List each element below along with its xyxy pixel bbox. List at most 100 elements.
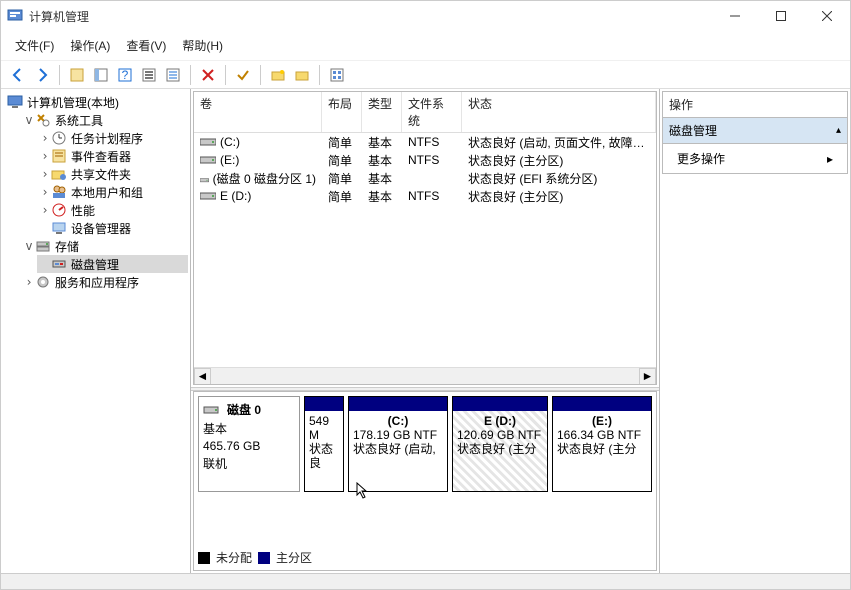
- export-list-button[interactable]: [162, 64, 184, 86]
- partition-box[interactable]: 549 M状态良: [304, 396, 344, 492]
- expand-icon[interactable]: ›: [39, 185, 51, 199]
- col-status[interactable]: 状态: [462, 92, 656, 132]
- volume-row[interactable]: (E:)简单基本NTFS状态良好 (主分区): [194, 151, 656, 169]
- legend-unallocated: 未分配: [216, 549, 252, 566]
- tools-icon: [35, 112, 51, 128]
- partition-box[interactable]: E (D:)120.69 GB NTF状态良好 (主分: [452, 396, 548, 492]
- tree-performance[interactable]: › 性能: [37, 201, 188, 219]
- navigation-tree[interactable]: 计算机管理(本地) v 系统工具 ›任务计划程序 ›事件查看器 ›共享文件夹: [1, 89, 191, 573]
- tree-disk-management[interactable]: 磁盘管理: [37, 255, 188, 273]
- actions-section[interactable]: 磁盘管理 ▴: [662, 118, 848, 144]
- chevron-right-icon: ▸: [827, 152, 833, 166]
- check-button[interactable]: [232, 64, 254, 86]
- expand-icon[interactable]: ›: [39, 167, 51, 181]
- tree-local-users[interactable]: ›本地用户和组: [37, 183, 188, 201]
- more-actions-item[interactable]: 更多操作 ▸: [662, 144, 848, 174]
- volume-type: 基本: [362, 134, 402, 151]
- horizontal-scrollbar[interactable]: ◄ ►: [194, 367, 656, 384]
- window-title: 计算机管理: [29, 8, 712, 25]
- drive-icon: [200, 154, 216, 166]
- device-icon: [51, 220, 67, 236]
- scroll-left-button[interactable]: ◄: [194, 368, 211, 385]
- menu-view[interactable]: 查看(V): [118, 35, 174, 56]
- tree-storage[interactable]: v 存储: [21, 237, 188, 255]
- cursor-icon: [356, 482, 370, 498]
- new-folder-button[interactable]: [267, 64, 289, 86]
- partition-box[interactable]: (E:)166.34 GB NTF状态良好 (主分: [552, 396, 652, 492]
- tree-label: 计算机管理(本地): [27, 94, 119, 111]
- users-icon: [51, 184, 67, 200]
- tree-system-tools[interactable]: v 系统工具: [21, 111, 188, 129]
- svg-text:?: ?: [122, 68, 129, 82]
- volume-type: 基本: [362, 152, 402, 169]
- properties-button[interactable]: ?: [114, 64, 136, 86]
- collapse-icon[interactable]: v: [23, 113, 35, 127]
- separator: [260, 65, 261, 85]
- volume-status: 状态良好 (启动, 页面文件, 故障转储,: [462, 134, 656, 151]
- col-filesystem[interactable]: 文件系统: [402, 92, 462, 132]
- settings-button[interactable]: [326, 64, 348, 86]
- volume-rows[interactable]: (C:)简单基本NTFS状态良好 (启动, 页面文件, 故障转储,(E:)简单基…: [194, 133, 656, 367]
- expand-icon[interactable]: ›: [39, 131, 51, 145]
- maximize-button[interactable]: [758, 1, 804, 31]
- status-bar: [1, 573, 850, 589]
- volume-status: 状态良好 (主分区): [462, 188, 656, 205]
- menu-file[interactable]: 文件(F): [7, 35, 62, 56]
- tree-services-apps[interactable]: › 服务和应用程序: [21, 273, 188, 291]
- delete-button[interactable]: [197, 64, 219, 86]
- volume-status: 状态良好 (EFI 系统分区): [462, 170, 656, 187]
- partition-status: 状态良好 (启动,: [353, 442, 443, 456]
- volume-row[interactable]: (C:)简单基本NTFS状态良好 (启动, 页面文件, 故障转储,: [194, 133, 656, 151]
- shared-folder-icon: [51, 166, 67, 182]
- tree-label: 磁盘管理: [71, 256, 119, 273]
- partition-box[interactable]: (C:)178.19 GB NTF状态良好 (启动,: [348, 396, 448, 492]
- tree-shared-folders[interactable]: ›共享文件夹: [37, 165, 188, 183]
- close-button[interactable]: [804, 1, 850, 31]
- partition-status: 状态良好 (主分: [557, 442, 647, 456]
- legend-primary: 主分区: [276, 549, 312, 566]
- col-type[interactable]: 类型: [362, 92, 402, 132]
- back-button[interactable]: [7, 64, 29, 86]
- volume-header-row: 卷 布局 类型 文件系统 状态: [194, 92, 656, 133]
- menu-action[interactable]: 操作(A): [62, 35, 118, 56]
- col-layout[interactable]: 布局: [322, 92, 362, 132]
- scroll-right-button[interactable]: ►: [639, 368, 656, 385]
- expand-icon[interactable]: ›: [23, 275, 35, 289]
- volume-layout: 简单: [322, 152, 362, 169]
- open-folder-button[interactable]: [291, 64, 313, 86]
- minimize-button[interactable]: [712, 1, 758, 31]
- volume-layout: 简单: [322, 188, 362, 205]
- app-icon: [7, 8, 23, 24]
- center-pane: 卷 布局 类型 文件系统 状态 (C:)简单基本NTFS状态良好 (启动, 页面…: [191, 89, 660, 573]
- volume-row[interactable]: E (D:)简单基本NTFS状态良好 (主分区): [194, 187, 656, 205]
- expand-icon[interactable]: ›: [39, 149, 51, 163]
- drive-icon: [200, 190, 216, 202]
- up-button[interactable]: [66, 64, 88, 86]
- menu-help[interactable]: 帮助(H): [174, 35, 231, 56]
- volume-name: (E:): [220, 153, 239, 167]
- clock-icon: [51, 130, 67, 146]
- volume-row[interactable]: (磁盘 0 磁盘分区 1)简单基本状态良好 (EFI 系统分区): [194, 169, 656, 187]
- separator: [59, 65, 60, 85]
- tree-event-viewer[interactable]: ›事件查看器: [37, 147, 188, 165]
- separator: [190, 65, 191, 85]
- refresh-button[interactable]: [138, 64, 160, 86]
- tree-label: 性能: [71, 202, 95, 219]
- swatch-primary: [258, 552, 270, 564]
- volume-fs: NTFS: [402, 153, 462, 167]
- forward-button[interactable]: [31, 64, 53, 86]
- tree-root[interactable]: 计算机管理(本地): [5, 93, 188, 111]
- partition-name: E (D:): [457, 414, 543, 428]
- disk-mgmt-icon: [51, 256, 67, 272]
- col-volume[interactable]: 卷: [194, 92, 322, 132]
- expand-icon[interactable]: ›: [39, 203, 51, 217]
- disk-info-box[interactable]: 磁盘 0 基本 465.76 GB 联机: [198, 396, 300, 492]
- computer-icon: [7, 94, 23, 110]
- event-icon: [51, 148, 67, 164]
- spacer: [39, 221, 51, 235]
- tree-task-scheduler[interactable]: ›任务计划程序: [37, 129, 188, 147]
- show-hide-tree-button[interactable]: [90, 64, 112, 86]
- more-actions-label: 更多操作: [677, 150, 725, 167]
- tree-device-manager[interactable]: 设备管理器: [37, 219, 188, 237]
- collapse-icon[interactable]: v: [23, 239, 35, 253]
